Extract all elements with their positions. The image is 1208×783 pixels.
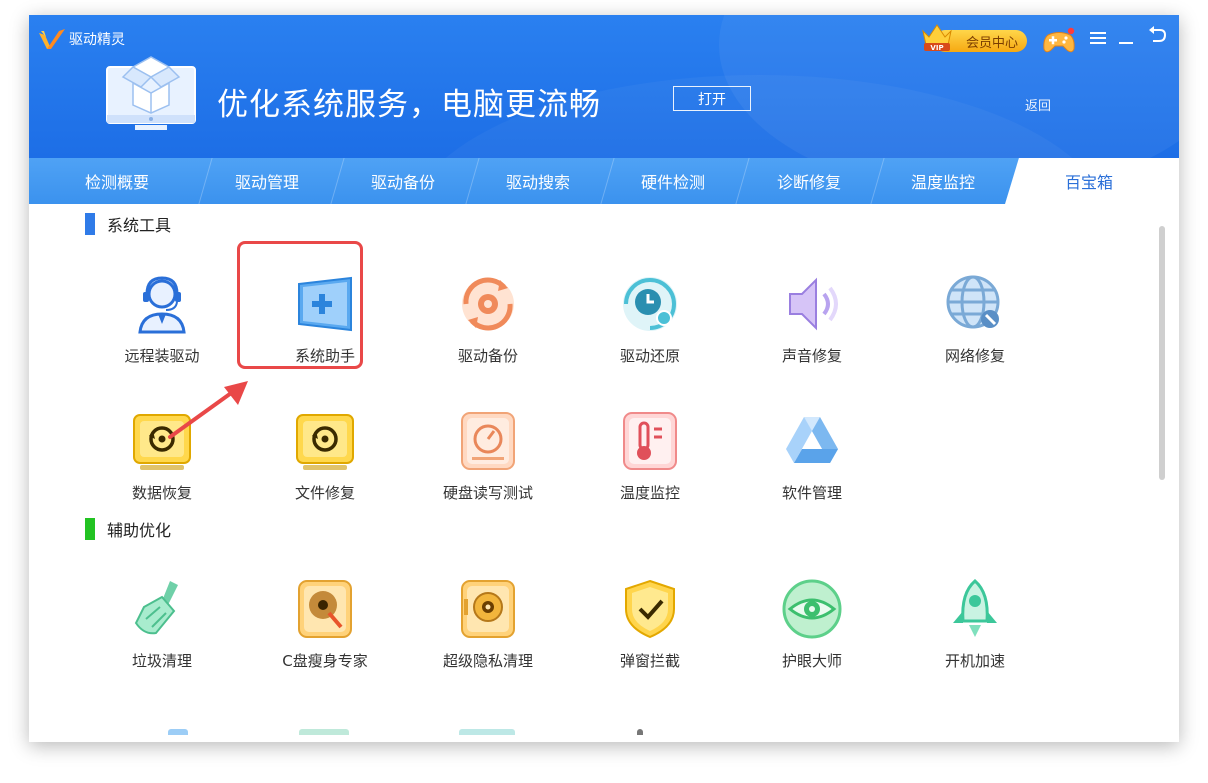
tool-label: C盘瘦身专家 <box>282 652 368 670</box>
section-marker <box>85 518 95 540</box>
annotation-arrow-icon <box>168 381 248 439</box>
vip-crown-icon: VIP <box>922 24 952 52</box>
next-row-icon-peek <box>299 729 349 735</box>
tool-label: 文件修复 <box>294 484 355 502</box>
tool-boot-speedup[interactable]: 开机加速 <box>908 577 1042 695</box>
section-title: 系统工具 <box>107 216 172 235</box>
tool-disk-rw-test[interactable]: 硬盘读写测试 <box>421 409 555 527</box>
gamepad-icon[interactable] <box>1042 27 1076 55</box>
rocket-icon <box>953 579 997 637</box>
file-repair-icon <box>296 414 354 470</box>
tool-label: 远程装驱动 <box>124 347 200 365</box>
tab-driver-manage[interactable]: 驱动管理 <box>199 158 335 204</box>
tool-sound-repair[interactable]: 声音修复 <box>745 272 879 390</box>
next-row-icon-peek <box>637 729 643 735</box>
vertical-scrollbar[interactable] <box>1159 226 1165 480</box>
tool-label: 数据恢复 <box>131 484 192 502</box>
tab-temperature[interactable]: 温度监控 <box>875 158 1011 204</box>
tool-remote-driver[interactable]: 远程装驱动 <box>95 272 229 390</box>
vip-badge-text: VIP <box>930 44 943 52</box>
toolbox-content: 系统工具 远程装驱动 系统助手 驱动备份 驱动还原 声音修复 网络修复 数据恢复… <box>29 204 1179 742</box>
tool-eye-care[interactable]: 护眼大师 <box>745 577 879 695</box>
menu-icon[interactable] <box>1089 29 1107 47</box>
banner-headline: 优化系统服务，电脑更流畅 <box>217 87 601 123</box>
vip-center-button[interactable]: 会员中心 VIP <box>920 24 1027 52</box>
tool-popup-block[interactable]: 弹窗拦截 <box>583 577 717 695</box>
tool-label: 网络修复 <box>944 347 1005 365</box>
next-row-icon-peek <box>459 729 515 735</box>
disk-gauge-icon <box>461 412 515 470</box>
tool-driver-backup[interactable]: 驱动备份 <box>421 272 555 390</box>
privacy-safe-icon <box>461 580 515 638</box>
tab-overview[interactable]: 检测概要 <box>29 158 205 204</box>
section-title: 辅助优化 <box>107 521 172 540</box>
tool-label: 软件管理 <box>781 484 842 502</box>
tool-label: 垃圾清理 <box>131 652 192 670</box>
tab-toolbox[interactable]: 百宝箱 <box>1019 158 1159 204</box>
tool-c-drive-slim[interactable]: C盘瘦身专家 <box>258 577 392 695</box>
minimize-icon[interactable] <box>1118 29 1134 47</box>
popup-shield-icon <box>625 579 675 639</box>
tool-label: 驱动还原 <box>619 347 680 365</box>
tool-label: 驱动备份 <box>457 347 518 365</box>
backup-gear-icon <box>462 277 514 331</box>
broom-icon <box>134 581 178 635</box>
tool-temperature-monitor[interactable]: 温度监控 <box>583 409 717 527</box>
tool-label: 护眼大师 <box>781 652 842 670</box>
disk-slim-icon <box>298 580 352 638</box>
tool-label: 声音修复 <box>781 347 842 365</box>
thermometer-icon <box>623 412 677 470</box>
tool-software-manage[interactable]: 软件管理 <box>745 409 879 527</box>
tool-junk-clean[interactable]: 垃圾清理 <box>95 577 229 695</box>
tab-driver-backup[interactable]: 驱动备份 <box>335 158 471 204</box>
main-tab-bar: 检测概要 驱动管理 驱动备份 驱动搜索 硬件检测 诊断修复 温度监控 百宝箱 <box>29 158 1179 204</box>
tool-privacy-clean[interactable]: 超级隐私清理 <box>421 577 555 695</box>
tool-driver-restore[interactable]: 驱动还原 <box>583 272 717 390</box>
tool-label: 超级隐私清理 <box>442 652 533 670</box>
software-triangle-icon <box>786 417 838 463</box>
restore-clock-icon <box>623 277 677 331</box>
back-link[interactable]: 返回 <box>1025 95 1051 114</box>
section-marker <box>85 213 95 235</box>
remote-headset-icon <box>138 276 186 334</box>
tool-label: 开机加速 <box>944 652 1005 670</box>
open-button[interactable]: 打开 <box>673 86 751 111</box>
tool-network-repair[interactable]: 网络修复 <box>908 272 1042 390</box>
tool-file-repair[interactable]: 文件修复 <box>258 409 392 527</box>
next-row-icon-peek <box>168 729 188 735</box>
tab-driver-search[interactable]: 驱动搜索 <box>471 158 605 204</box>
eye-care-icon <box>782 579 842 639</box>
tool-label: 温度监控 <box>619 484 680 502</box>
app-logo-icon <box>39 29 65 49</box>
globe-wrench-icon <box>946 275 1000 329</box>
speaker-icon <box>789 277 838 331</box>
app-title: 驱动精灵 <box>69 32 125 48</box>
highlight-box <box>237 241 363 369</box>
section-system-tools: 系统工具 <box>85 212 171 236</box>
monitor-box-icon <box>106 56 196 130</box>
tool-label: 弹窗拦截 <box>619 652 680 670</box>
tab-diagnose-repair[interactable]: 诊断修复 <box>741 158 877 204</box>
return-icon[interactable] <box>1147 25 1167 45</box>
tool-label: 硬盘读写测试 <box>442 484 533 502</box>
section-assist-optimize: 辅助优化 <box>85 517 171 541</box>
banner: 驱动精灵 优化系统服务，电脑更流畅 打开 返回 会员中心 VIP <box>29 15 1179 158</box>
tab-hardware-check[interactable]: 硬件检测 <box>605 158 741 204</box>
